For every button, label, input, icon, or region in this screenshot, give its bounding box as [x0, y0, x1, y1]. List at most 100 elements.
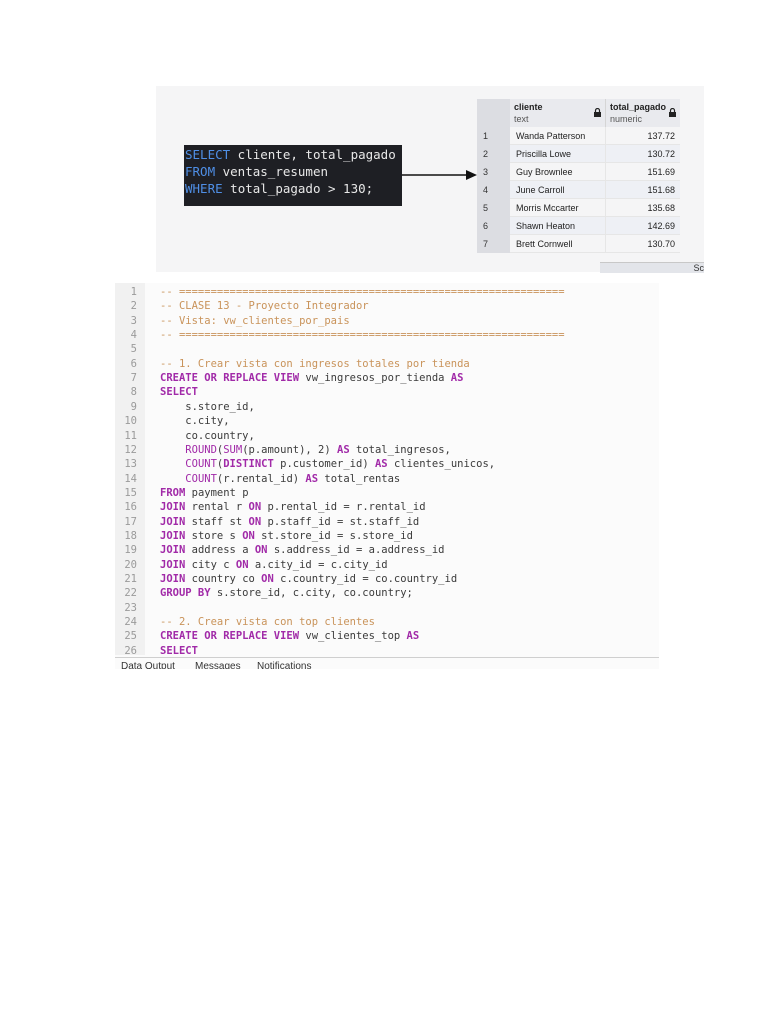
keyword-token: CREATE OR REPLACE VIEW [160, 630, 300, 643]
comment-token: -- 2. Crear vista con top clientes [160, 616, 375, 629]
code-text: SELECT [160, 645, 198, 657]
keyword-token: AS [450, 372, 464, 385]
code-line: 20 JOIN city c ON a.city_id = c.city_id [115, 559, 659, 574]
comment-token: -- CLASE 13 - Proyecto Integrador [160, 300, 369, 313]
identifier-token: country co [185, 573, 262, 585]
code-text: JOIN country co ON c.country_id = co.cou… [160, 573, 457, 585]
code-editor[interactable]: 1 -- ====================================… [115, 283, 659, 669]
line-number: 9 [130, 400, 137, 413]
sql-line: WHERE total_pagado > 130; [185, 180, 373, 197]
comment-token: -- Vista: vw_clientes_por_pais [160, 314, 350, 327]
identifier-token: total_ingresos, [349, 443, 451, 456]
function-token: COUNT [185, 458, 217, 471]
keyword-token: ON [248, 501, 262, 514]
line-number: 20 [124, 558, 137, 571]
line-number: 16 [124, 501, 137, 514]
identifier-token: store s [185, 529, 243, 542]
keyword-token: SELECT [160, 644, 198, 657]
code-line: 18 JOIN store s ON st.store_id = s.store_… [115, 530, 659, 545]
table-row[interactable]: 5 Morris Mccarter 135.68 [477, 199, 680, 217]
table-row[interactable]: 1 Wanda Patterson 137.72 [477, 127, 680, 145]
code-line: 3 -- Vista: vw_clientes_por_pais [115, 315, 659, 330]
identifier-token: payment p [185, 486, 249, 499]
cell-cliente: Shawn Heaton [510, 217, 606, 235]
code-line: 1 -- ====================================… [115, 286, 659, 301]
cell-total-pagado: 135.68 [606, 199, 680, 217]
cell-total-pagado: 142.69 [606, 217, 680, 235]
line-number: 6 [130, 357, 137, 370]
identifier-token: c.city, [160, 415, 230, 428]
keyword-token: CREATE OR REPLACE VIEW [160, 372, 300, 385]
sql-query-box: SELECT cliente, total_pagado FROM ventas_… [184, 145, 402, 206]
row-number: 6 [477, 217, 510, 235]
tab-messages[interactable]: Messages [195, 661, 241, 669]
identifier-token: p.rental_id = r.rental_id [261, 501, 426, 514]
lock-icon [594, 108, 601, 117]
line-number: 7 [130, 372, 137, 385]
keyword-token: AS [374, 458, 388, 471]
tab-data-output[interactable]: Data Output [121, 661, 175, 669]
grid-header-rownum [477, 99, 510, 127]
keyword-token: FROM [160, 486, 186, 499]
line-number: 18 [124, 529, 137, 542]
cell-total-pagado: 130.70 [606, 235, 680, 253]
row-number: 3 [477, 163, 510, 181]
tab-notifications[interactable]: Notifications [257, 661, 311, 669]
table-row[interactable]: 4 June Carroll 151.68 [477, 181, 680, 199]
cell-cliente: Morris Mccarter [510, 199, 606, 217]
line-number: 10 [124, 415, 137, 428]
identifier-token: address a [185, 544, 255, 557]
keyword-token: AS [305, 472, 319, 485]
identifier-token: p.customer_id) [273, 458, 375, 471]
table-row[interactable]: 2 Priscilla Lowe 130.72 [477, 145, 680, 163]
bottom-tab-bar: Data Output Messages Notifications [115, 657, 659, 669]
table-row[interactable]: 3 Guy Brownlee 151.69 [477, 163, 680, 181]
cell-total-pagado: 151.68 [606, 181, 680, 199]
code-line: 5 [115, 343, 659, 358]
code-text: JOIN store s ON st.store_id = s.store_id [160, 530, 413, 542]
code-line: 24 -- 2. Crear vista con top clientes [115, 616, 659, 631]
code-text: CREATE OR REPLACE VIEW vw_clientes_top A… [160, 630, 419, 642]
footer-fragment: Sc [693, 263, 704, 273]
code-text: COUNT(r.rental_id) AS total_rentas [160, 473, 400, 485]
grid-header-cliente[interactable]: cliente text [510, 99, 606, 127]
code-line: 15 FROM payment p [115, 487, 659, 502]
grid-header-total-pagado[interactable]: total_pagado numeric [606, 99, 680, 127]
identifier-token: s.store_id, c.city, co.country; [210, 587, 413, 600]
code-text: -- =====================================… [160, 329, 565, 341]
code-line: 9 s.store_id, [115, 401, 659, 416]
line-number: 13 [124, 458, 137, 471]
code-text: SELECT [160, 386, 198, 398]
sql-keyword: WHERE [185, 181, 223, 196]
keyword-token: JOIN [160, 558, 186, 571]
code-text: JOIN rental r ON p.rental_id = r.rental_… [160, 501, 426, 513]
line-number: 26 [124, 644, 137, 657]
identifier-token: vw_ingresos_por_tienda [299, 372, 451, 385]
code-line: 11 co.country, [115, 430, 659, 445]
table-row[interactable]: 6 Shawn Heaton 142.69 [477, 217, 680, 235]
keyword-token: AS [337, 443, 350, 456]
line-number: 3 [130, 314, 137, 327]
row-number: 4 [477, 181, 510, 199]
code-line: 16 JOIN rental r ON p.rental_id = r.renta… [115, 501, 659, 516]
keyword-token: ON [254, 544, 268, 557]
comment-token: -- 1. Crear vista con ingresos totales p… [160, 357, 470, 370]
identifier-token: rental r [185, 501, 249, 514]
identifier-token: s.store_id, [160, 400, 255, 413]
code-text: JOIN city c ON a.city_id = c.city_id [160, 559, 388, 571]
line-number: 25 [124, 630, 137, 643]
keyword-token: JOIN [160, 515, 186, 528]
keyword-token: JOIN [160, 501, 186, 514]
comment-token: -- =====================================… [160, 286, 565, 298]
cell-cliente: June Carroll [510, 181, 606, 199]
cell-cliente: Priscilla Lowe [510, 145, 606, 163]
line-number: 22 [124, 587, 137, 600]
code-line: 6 -- 1. Crear vista con ingresos totales … [115, 358, 659, 373]
lock-icon [669, 108, 676, 117]
table-row[interactable]: 7 Brett Cornwell 130.70 [477, 235, 680, 253]
row-number: 7 [477, 235, 510, 253]
column-type: numeric [610, 114, 643, 124]
code-line: 17 JOIN staff st ON p.staff_id = st.staff… [115, 516, 659, 531]
keyword-token: SELECT [160, 386, 198, 399]
comment-token: -- =====================================… [160, 329, 565, 342]
